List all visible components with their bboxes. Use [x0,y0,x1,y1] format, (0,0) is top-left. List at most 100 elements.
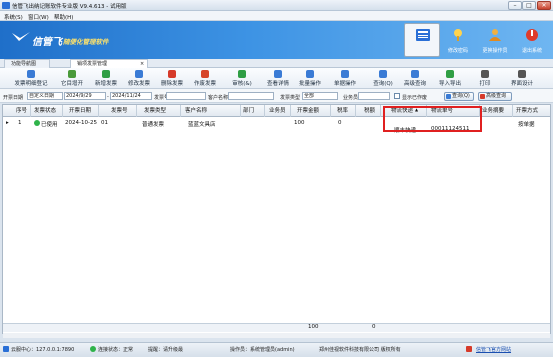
tab-sales-invoice[interactable]: 销项发票管理 × [70,59,148,68]
menu-window[interactable]: 窗口(W) [28,13,49,21]
cell-tax-rate: 0 [338,120,342,126]
exit-system-label: 退出系统 [521,48,542,54]
notebook-icon [416,29,430,41]
invoice-type-label: 发票类型 [280,95,301,101]
total-tax: 0 [372,324,376,330]
column-separator[interactable] [30,105,31,117]
search-button[interactable]: 查询(Q) [444,92,474,101]
toolbar-button-import-export[interactable]: 导入导出 [436,69,464,88]
toolbar-button-adv-query[interactable]: 高级查询 [400,69,430,88]
column-header[interactable]: 开票金额 [297,106,319,114]
copy-icon [68,70,76,78]
adv-query-icon [411,70,419,78]
customer-label: 客户名称 [208,95,229,101]
toolbar-button-print[interactable]: 打印 [476,69,494,88]
invoice-grid[interactable] [2,104,551,334]
cell-seq: 1 [18,120,22,126]
toolbar-button-label: 查看详情 [266,81,289,87]
column-header[interactable]: 开票方式 [516,106,538,114]
column-separator[interactable] [355,105,356,117]
toolbar-button-label: 导入导出 [438,81,461,87]
column-header[interactable]: 客户名称 [185,106,207,114]
toolbar-button-edit[interactable]: 修改发票 [125,69,153,88]
customer-input[interactable] [228,92,274,100]
column-header[interactable]: 部门 [243,106,254,114]
horizontal-scrollbar[interactable] [3,333,550,338]
column-separator[interactable] [512,105,513,117]
toolbar-button-copy[interactable]: 它目增开 [58,69,86,88]
toolbar-button-add[interactable]: 新增发票 [92,69,120,88]
register-icon [27,70,35,78]
manual-button[interactable] [404,23,440,57]
maximize-button[interactable]: □ [522,1,536,10]
tab-function-nav[interactable]: 功能导航图 [4,59,50,68]
column-separator[interactable] [380,105,381,117]
toolbar-button-void[interactable]: 作废发票 [191,69,219,88]
void-icon [201,70,209,78]
date-filter-label: 开票日期 [3,95,24,101]
toolbar-button-query[interactable]: 查询(Q) [369,69,397,88]
column-separator[interactable] [290,105,291,117]
date-from-input[interactable]: 2024/9/29 [64,92,106,100]
cell-status: 已使用 [41,122,58,128]
change-password-button[interactable]: 修改密码 [440,23,476,57]
column-header[interactable]: 开票日期 [69,106,91,114]
cell-type: 普通发票 [142,122,165,128]
toolbar-button-view[interactable]: 查看详情 [264,69,292,88]
toolbar-button-audit[interactable]: 审核(&) [228,69,256,88]
invoice-no-input[interactable] [166,92,206,100]
switch-operator-button[interactable]: 更换操作员 [477,23,513,57]
toolbar-button-doc[interactable]: 单据操作 [330,69,360,88]
doc-icon [341,70,349,78]
query-icon [379,70,387,78]
toolbar-button-label: 高级查询 [403,81,426,87]
column-header[interactable]: 税额 [364,106,375,114]
toolbar-button-design[interactable]: 界面设计 [506,69,538,88]
column-header[interactable]: 税率 [337,106,348,114]
minimize-button[interactable]: – [508,1,522,10]
toolbar-button-label: 作废发票 [193,81,216,87]
date-to-input[interactable]: 2024/11/24 [110,92,152,100]
search-icon [446,94,451,99]
official-website-link[interactable]: 信管飞官方网站 [476,346,511,353]
toolbar-button-batch[interactable]: 批量操作 [296,69,324,88]
staff-label: 业务员 [343,95,359,101]
column-separator[interactable] [240,105,241,117]
column-header[interactable]: 发票号 [111,106,128,114]
toolbar-button-label: 打印 [479,81,491,87]
exit-system-button[interactable]: 退出系统 [514,23,550,57]
date-mode-select[interactable]: 自定义日期 [27,92,63,100]
website-icon [466,346,472,352]
menu-system[interactable]: 系统(S) [4,13,23,21]
column-header[interactable]: 业务员 [269,106,286,114]
column-separator[interactable] [98,105,99,117]
toolbar-button-label: 审核(&) [232,81,252,87]
close-button[interactable]: ✕ [537,1,551,10]
status-center: 云服中心：127.0.0.1:7890 [11,347,75,353]
invoice-type-select[interactable]: 全部 [302,92,338,100]
column-separator[interactable] [264,105,265,117]
toolbar-button-delete[interactable]: 删除发票 [158,69,186,88]
power-icon [526,29,538,41]
column-header[interactable]: 业务摘要 [482,106,504,114]
status-notice: 提醒：请升级最 [148,347,184,353]
print-icon [481,70,489,78]
toolbar-button-label: 查询(Q) [373,81,393,87]
show-void-checkbox[interactable] [394,93,400,99]
column-header[interactable]: 序号 [16,106,27,114]
menu-help[interactable]: 帮助(H) [54,13,73,21]
toolbar-button-register[interactable]: 发票明细登记 [10,69,52,88]
column-separator[interactable] [180,105,181,117]
advanced-search-icon [480,94,485,99]
column-separator[interactable] [62,105,63,117]
change-password-label: 修改密码 [447,48,468,54]
advanced-search-button[interactable]: 高级查询 [478,92,512,101]
column-header[interactable]: 发票状态 [34,106,56,114]
staff-input[interactable] [358,92,390,100]
user-icon [489,29,501,41]
status-operator: 操作员：系统管理员(admin) [230,347,295,353]
column-header[interactable]: 发票类型 [144,106,166,114]
column-separator[interactable] [330,105,331,117]
column-separator[interactable] [136,105,137,117]
view-icon [274,70,282,78]
